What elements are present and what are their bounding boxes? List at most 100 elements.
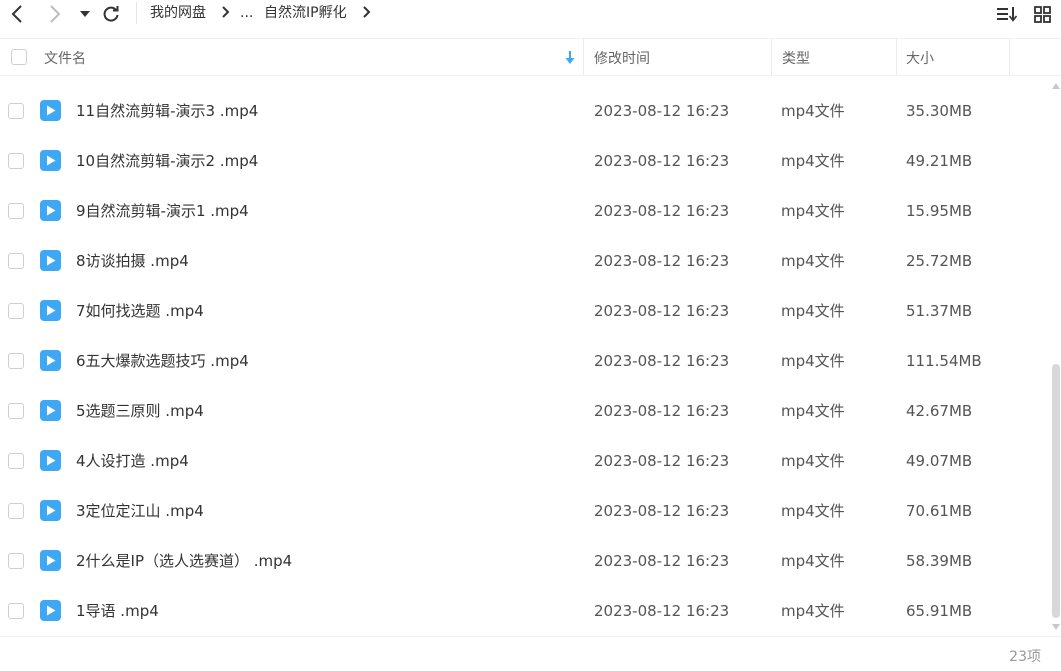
row-checkbox[interactable] xyxy=(8,153,24,169)
file-modified-time: 2023-08-12 16:23 xyxy=(594,502,730,520)
file-row[interactable]: 11自然流剪辑-演示3 .mp4 2023-08-12 16:23 mp4文件 … xyxy=(0,86,1050,136)
video-file-icon xyxy=(40,350,61,371)
toolbar-divider xyxy=(136,2,137,24)
file-modified-time: 2023-08-12 16:23 xyxy=(594,552,730,570)
file-type: mp4文件 xyxy=(781,102,845,120)
file-modified-time: 2023-08-12 16:23 xyxy=(594,602,730,620)
row-checkbox[interactable] xyxy=(8,203,24,219)
file-size: 35.30MB xyxy=(906,102,973,120)
file-name[interactable]: 9自然流剪辑-演示1 .mp4 xyxy=(76,186,249,236)
column-header-size[interactable]: 大小 xyxy=(906,39,1006,76)
column-divider[interactable] xyxy=(1009,39,1010,76)
file-name[interactable]: 11自然流剪辑-演示3 .mp4 xyxy=(76,86,258,136)
column-divider[interactable] xyxy=(583,39,584,76)
row-checkbox[interactable] xyxy=(8,353,24,369)
refresh-button[interactable] xyxy=(100,2,122,26)
sort-menu-icon xyxy=(997,7,1017,22)
file-name[interactable]: 4人设打造 .mp4 xyxy=(76,436,189,486)
breadcrumb-item-root[interactable]: 我的网盘 xyxy=(150,3,206,23)
column-header-name[interactable]: 文件名 xyxy=(44,39,580,76)
grid-view-icon xyxy=(1033,5,1051,23)
column-header-type[interactable]: 类型 xyxy=(782,39,892,76)
row-checkbox[interactable] xyxy=(8,103,24,119)
row-checkbox[interactable] xyxy=(8,553,24,569)
file-size: 15.95MB xyxy=(906,202,973,220)
file-size: 65.91MB xyxy=(906,602,973,620)
grid-view-button[interactable] xyxy=(1032,2,1052,26)
file-modified-time: 2023-08-12 16:23 xyxy=(594,352,730,370)
column-header-size-label: 大小 xyxy=(906,50,934,67)
breadcrumb-item-ellipsis[interactable]: ... xyxy=(240,3,253,23)
video-file-icon xyxy=(40,400,61,421)
file-modified-time: 2023-08-12 16:23 xyxy=(594,252,730,270)
file-row[interactable]: 8访谈拍摄 .mp4 2023-08-12 16:23 mp4文件 25.72M… xyxy=(0,236,1050,286)
forward-button[interactable] xyxy=(44,2,66,26)
video-file-icon xyxy=(40,550,61,571)
column-header: 文件名 修改时间 类型 大小 xyxy=(0,38,1061,76)
file-modified-time: 2023-08-12 16:23 xyxy=(594,152,730,170)
file-type: mp4文件 xyxy=(781,252,845,270)
video-file-icon xyxy=(40,200,61,221)
file-modified-time: 2023-08-12 16:23 xyxy=(594,102,730,120)
scroll-up-arrow-icon[interactable] xyxy=(1052,83,1060,89)
video-file-icon xyxy=(40,150,61,171)
item-count: 23项 xyxy=(1009,649,1041,665)
row-checkbox[interactable] xyxy=(8,453,24,469)
sort-menu-button[interactable] xyxy=(996,2,1018,26)
column-divider[interactable] xyxy=(771,39,772,76)
file-name[interactable]: 6五大爆款选题技巧 .mp4 xyxy=(76,336,249,386)
scroll-down-arrow-icon[interactable] xyxy=(1052,624,1060,630)
file-type: mp4文件 xyxy=(781,152,845,170)
breadcrumb-item-current[interactable]: 自然流IP孵化 xyxy=(264,3,347,23)
file-row[interactable]: 2什么是IP（选人选赛道） .mp4 2023-08-12 16:23 mp4文… xyxy=(0,536,1050,586)
file-name[interactable]: 7如何找选题 .mp4 xyxy=(76,286,204,336)
row-checkbox[interactable] xyxy=(8,253,24,269)
file-row[interactable]: 5选题三原则 .mp4 2023-08-12 16:23 mp4文件 42.67… xyxy=(0,386,1050,436)
file-list: 11自然流剪辑-演示3 .mp4 2023-08-12 16:23 mp4文件 … xyxy=(0,86,1050,636)
history-dropdown-button[interactable] xyxy=(78,2,92,26)
back-button[interactable] xyxy=(6,2,28,26)
file-type: mp4文件 xyxy=(781,602,845,620)
file-name[interactable]: 3定位定江山 .mp4 xyxy=(76,486,204,536)
file-row[interactable]: 10自然流剪辑-演示2 .mp4 2023-08-12 16:23 mp4文件 … xyxy=(0,136,1050,186)
back-icon xyxy=(11,5,22,23)
file-size: 70.61MB xyxy=(906,502,973,520)
file-size: 51.37MB xyxy=(906,302,973,320)
row-checkbox[interactable] xyxy=(8,503,24,519)
breadcrumb-separator-icon xyxy=(222,6,230,18)
row-checkbox[interactable] xyxy=(8,403,24,419)
column-header-name-label: 文件名 xyxy=(44,50,86,67)
file-name[interactable]: 10自然流剪辑-演示2 .mp4 xyxy=(76,136,258,186)
forward-icon xyxy=(50,5,61,23)
file-name[interactable]: 2什么是IP（选人选赛道） .mp4 xyxy=(76,536,292,586)
file-name[interactable]: 1导语 .mp4 xyxy=(76,586,159,636)
row-checkbox[interactable] xyxy=(8,303,24,319)
file-size: 49.07MB xyxy=(906,452,973,470)
column-header-modified[interactable]: 修改时间 xyxy=(594,39,764,76)
scrollbar-thumb[interactable] xyxy=(1052,364,1060,618)
file-type: mp4文件 xyxy=(781,402,845,420)
file-type: mp4文件 xyxy=(781,202,845,220)
file-size: 111.54MB xyxy=(906,352,982,370)
file-row[interactable]: 4人设打造 .mp4 2023-08-12 16:23 mp4文件 49.07M… xyxy=(0,436,1050,486)
column-divider[interactable] xyxy=(896,39,897,76)
select-all-checkbox[interactable] xyxy=(11,49,27,65)
file-row[interactable]: 7如何找选题 .mp4 2023-08-12 16:23 mp4文件 51.37… xyxy=(0,286,1050,336)
row-checkbox[interactable] xyxy=(8,603,24,619)
file-modified-time: 2023-08-12 16:23 xyxy=(594,202,730,220)
refresh-icon xyxy=(103,6,119,22)
file-modified-time: 2023-08-12 16:23 xyxy=(594,302,730,320)
file-name[interactable]: 8访谈拍摄 .mp4 xyxy=(76,236,189,286)
file-row[interactable]: 9自然流剪辑-演示1 .mp4 2023-08-12 16:23 mp4文件 1… xyxy=(0,186,1050,236)
file-type: mp4文件 xyxy=(781,352,845,370)
column-header-type-label: 类型 xyxy=(782,50,810,67)
file-row[interactable]: 6五大爆款选题技巧 .mp4 2023-08-12 16:23 mp4文件 11… xyxy=(0,336,1050,386)
file-row[interactable]: 1导语 .mp4 2023-08-12 16:23 mp4文件 65.91MB xyxy=(0,586,1050,636)
file-name[interactable]: 5选题三原则 .mp4 xyxy=(76,386,204,436)
file-type: mp4文件 xyxy=(781,302,845,320)
sort-descending-icon[interactable] xyxy=(565,51,575,65)
video-file-icon xyxy=(40,500,61,521)
file-row[interactable]: 3定位定江山 .mp4 2023-08-12 16:23 mp4文件 70.61… xyxy=(0,486,1050,536)
video-file-icon xyxy=(40,600,61,621)
file-type: mp4文件 xyxy=(781,552,845,570)
